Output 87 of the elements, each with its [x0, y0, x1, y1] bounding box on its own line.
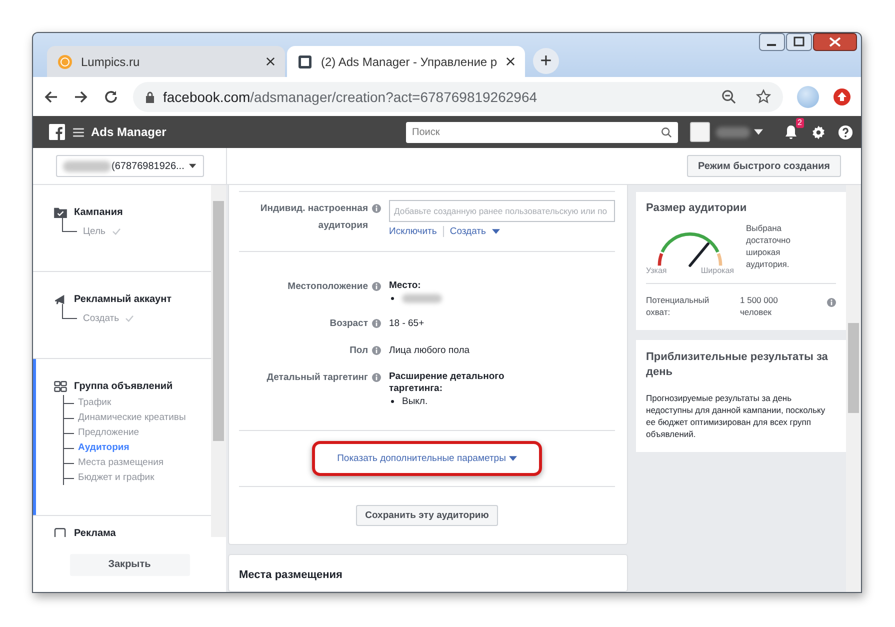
caret-icon — [508, 456, 517, 461]
audience-verdict: Выбрана достаточно широкая аудитория. — [746, 222, 792, 271]
tab-title: (2) Ads Manager - Управление р — [321, 54, 498, 68]
bell-icon[interactable] — [783, 124, 799, 140]
location-title: Место: — [389, 280, 422, 292]
audience-link[interactable]: Исключить — [389, 226, 437, 237]
settings-icon[interactable] — [811, 124, 826, 140]
folder-check-icon — [54, 207, 67, 218]
help-icon[interactable] — [838, 124, 853, 140]
app-title: Ads Manager — [91, 125, 168, 139]
audience-link[interactable]: Создать — [450, 226, 500, 237]
field-label: Местоположение — [288, 280, 368, 294]
search-field[interactable]: Поиск — [406, 122, 678, 142]
field-label: Пол — [350, 344, 368, 358]
close-icon[interactable] — [813, 33, 857, 51]
bullet-icon — [391, 400, 394, 403]
section-title: Места размещения — [239, 569, 342, 581]
tree-line — [62, 304, 77, 319]
close-button[interactable]: Закрыть — [70, 554, 190, 576]
tab-title: Lumpics.ru — [81, 54, 141, 68]
bullet-icon — [391, 297, 394, 300]
custom-audience-field[interactable]: Добавьте созданную ранее пользовательскую или по — [389, 200, 615, 222]
forward-icon[interactable] — [73, 88, 89, 104]
caret-icon — [189, 163, 196, 169]
card-title: Размер аудитории — [646, 202, 748, 214]
zoom-out-icon[interactable] — [721, 89, 736, 104]
field-value: Лица любого пола — [389, 344, 471, 358]
gauge-label: Узкая — [646, 266, 667, 275]
section-title[interactable]: Группа объявлений — [74, 381, 173, 392]
section-title[interactable]: Рекламный аккаунт — [74, 294, 172, 305]
estimates-text: Прогнозируемые результаты за день недоступны для данной кампании, поскольку ее бюджет оптимизирован для всех групп объявлений. — [646, 392, 826, 440]
url-text: facebook.com/adsmanager/creation?act=678769819262964 — [163, 88, 538, 104]
new-tab-button[interactable]: + — [533, 48, 559, 74]
notification-badge: 2 — [796, 118, 804, 128]
gauge-drawing — [658, 232, 722, 266]
facebook-logo-icon[interactable] — [49, 124, 65, 140]
caret-icon[interactable] — [754, 129, 763, 135]
browser-tab[interactable]: Lumpics.ru — [47, 46, 285, 77]
gauge-needle — [688, 242, 710, 267]
sidebar-item[interactable]: Аудитория — [78, 442, 130, 453]
maximize-icon[interactable] — [786, 33, 812, 51]
reload-icon[interactable] — [103, 88, 119, 104]
gauge-label: Широкая — [700, 266, 734, 275]
blurred-name — [62, 160, 110, 172]
megaphone-icon — [54, 294, 67, 305]
info-icon[interactable] — [372, 373, 381, 382]
card-title: Приблизительные результаты за день — [646, 350, 829, 380]
field-label: Детальный таргетинг — [266, 371, 368, 385]
list-item: Выкл. — [402, 395, 428, 409]
reach-label: Потенциальный охват: — [646, 294, 710, 318]
info-icon[interactable] — [372, 319, 381, 328]
page-icon — [297, 54, 313, 70]
info-icon[interactable] — [372, 282, 381, 291]
search-icon — [661, 126, 672, 138]
field-value: Расширение детального таргетинга: — [389, 371, 506, 395]
caret-icon — [492, 229, 500, 234]
browser-tab[interactable]: (2) Ads Manager - Управление р — [287, 46, 525, 77]
close-icon[interactable] — [266, 57, 275, 66]
field-label: Индивид. настроенная аудитория — [259, 202, 368, 233]
save-audience-button[interactable]: Сохранить эту аудиторию — [356, 505, 498, 526]
field-value: 18 - 65+ — [389, 317, 426, 331]
reach-value: 1 500 000 человек — [740, 294, 779, 318]
info-icon[interactable] — [372, 204, 381, 213]
field-label: Возраст — [330, 317, 368, 331]
star-icon[interactable] — [756, 89, 771, 104]
scrollbar[interactable] — [846, 185, 861, 592]
blurred-location — [402, 294, 442, 303]
account-id: (67876981926... — [112, 160, 184, 172]
back-icon[interactable] — [43, 88, 59, 104]
quick-mode-button[interactable]: Режим быстрого создания — [686, 155, 841, 177]
upload-icon[interactable] — [833, 88, 851, 106]
address-bar[interactable]: facebook.com/adsmanager/creation?act=678769819262964 — [133, 82, 783, 112]
section-title[interactable]: Кампания — [74, 207, 123, 218]
scrollbar[interactable] — [211, 185, 226, 537]
section-title[interactable]: Реклама — [74, 528, 116, 537]
lock-icon — [145, 90, 155, 102]
close-icon[interactable] — [506, 57, 515, 66]
info-icon[interactable] — [372, 346, 381, 355]
show-more-link[interactable]: Показать дополнительные параметры — [312, 441, 542, 476]
info-icon[interactable] — [827, 298, 836, 307]
menu-icon[interactable] — [73, 128, 84, 136]
tree-line — [62, 217, 77, 232]
minimize-icon[interactable] — [759, 33, 785, 51]
circle-icon — [57, 54, 73, 70]
grid-icon — [54, 381, 67, 392]
blurred-name — [716, 126, 750, 138]
account-dropdown[interactable]: (67876981926... — [56, 155, 204, 177]
